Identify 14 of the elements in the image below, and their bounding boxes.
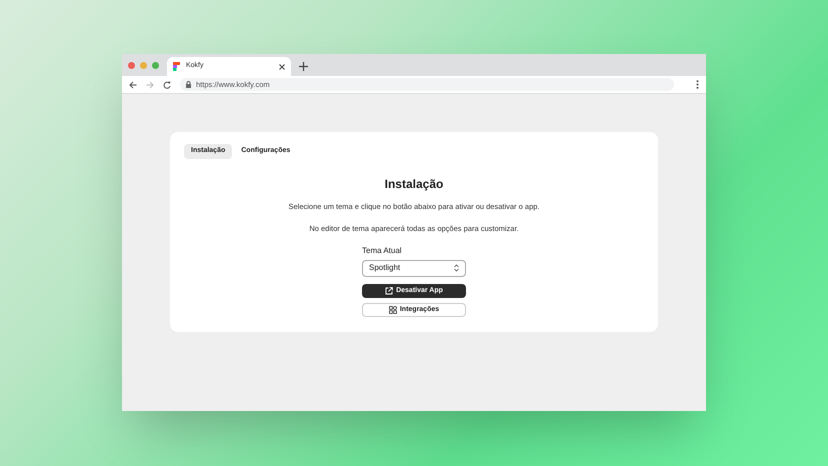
close-icon[interactable]	[279, 64, 285, 70]
select-label: Tema Atual	[362, 244, 403, 256]
chevron-up-down-icon	[454, 264, 459, 272]
reload-icon[interactable]	[163, 80, 171, 88]
close-window-button[interactable]	[128, 62, 135, 68]
lock-icon	[186, 81, 191, 88]
page-heading: Instalação	[384, 176, 444, 193]
external-link-icon	[385, 286, 394, 294]
back-icon[interactable]	[129, 80, 137, 88]
plus-icon[interactable]	[299, 62, 308, 71]
grid-icon	[388, 306, 397, 314]
logo-icon	[173, 62, 180, 71]
menu-icon[interactable]	[696, 80, 699, 89]
theme-select[interactable]: Spotlight	[362, 260, 466, 276]
